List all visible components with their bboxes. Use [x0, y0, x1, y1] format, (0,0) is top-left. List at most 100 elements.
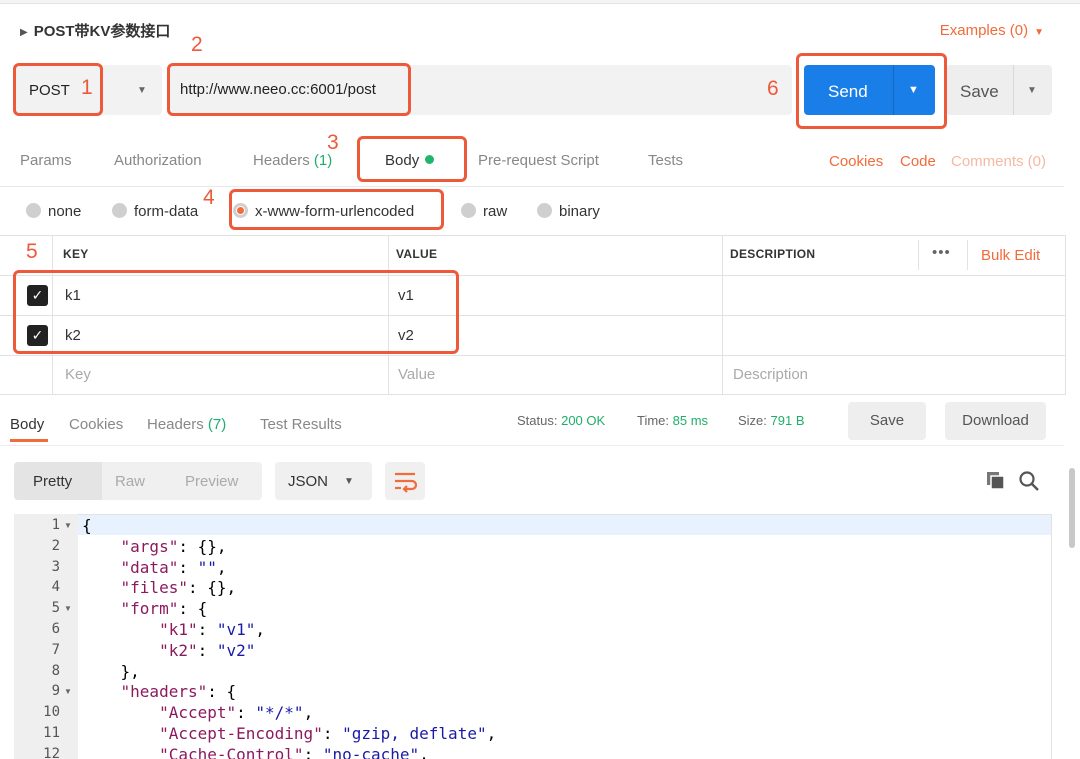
code-link[interactable]: Code	[900, 153, 936, 170]
time-label: Time:	[637, 413, 670, 428]
radio-binary-label: binary	[559, 203, 600, 220]
view-preview-button[interactable]: Preview	[185, 473, 238, 490]
bulk-edit-link[interactable]: Bulk Edit	[981, 247, 1040, 264]
line-number: 9	[51, 683, 60, 700]
response-tab-body[interactable]: Body	[10, 416, 44, 433]
chevron-down-icon: ▼	[344, 476, 354, 487]
kv-header-value: VALUE	[396, 247, 438, 261]
active-dot-icon	[425, 155, 435, 164]
save-options-chevron-icon[interactable]: ▼	[1027, 85, 1037, 96]
send-divider	[893, 65, 894, 115]
comments-link[interactable]: Comments (0)	[951, 153, 1046, 170]
new-value-input[interactable]: Value	[398, 366, 435, 383]
radio-icon	[26, 203, 41, 218]
request-title[interactable]: ▶ POST带KV参数接口	[20, 20, 170, 41]
examples-dropdown[interactable]: Examples (0) ▼	[940, 22, 1044, 39]
line-number: 7	[51, 641, 60, 658]
response-headers-count: (7)	[207, 416, 227, 433]
code-line: "k1": "v1",	[159, 620, 266, 639]
radio-none[interactable]: none	[26, 201, 81, 220]
tab-tests[interactable]: Tests	[648, 152, 683, 169]
code-line: "Cache-Control": "no-cache",	[159, 744, 429, 759]
code-line: },	[82, 661, 140, 681]
kv-key-cell[interactable]: k2	[65, 327, 81, 344]
format-label: JSON	[288, 473, 329, 490]
download-button[interactable]: Download	[945, 402, 1046, 440]
kv-table-header-border	[0, 275, 1066, 276]
code-line: "files": {},	[120, 578, 237, 598]
tab-params[interactable]: Params	[20, 152, 72, 169]
annotation-number-3: 3	[327, 131, 339, 154]
tab-headers[interactable]: Headers (1)	[253, 152, 332, 169]
save-response-button[interactable]: Save	[848, 402, 926, 440]
chevron-down-icon[interactable]: ▼	[137, 85, 147, 96]
code-line: "headers": {	[120, 682, 237, 702]
line-number: 5	[51, 600, 60, 617]
kv-value-cell[interactable]: v1	[398, 287, 414, 304]
fold-chevron-icon[interactable]: ▼	[64, 604, 72, 613]
line-number: 2	[51, 537, 60, 554]
view-raw-button[interactable]: Raw	[115, 473, 145, 490]
response-tab-headers[interactable]: Headers (7)	[147, 416, 226, 433]
send-options-chevron-icon[interactable]: ▼	[908, 84, 919, 96]
fold-chevron-icon[interactable]: ▼	[64, 687, 72, 696]
wrap-lines-button[interactable]	[385, 462, 425, 500]
radio-binary[interactable]: binary	[537, 201, 600, 220]
response-tab-cookies[interactable]: Cookies	[69, 416, 123, 433]
code-line: "Accept-Encoding": "gzip, deflate",	[159, 724, 497, 743]
fold-chevron-icon[interactable]: ▼	[64, 521, 72, 530]
line-number: 10	[43, 704, 60, 721]
size-label: Size:	[738, 413, 767, 428]
kv-col-divider	[388, 235, 389, 395]
radio-raw[interactable]: raw	[461, 201, 507, 220]
new-description-input[interactable]: Description	[733, 366, 808, 383]
code-line: "args": {},	[120, 536, 227, 556]
tab-pre-request-script[interactable]: Pre-request Script	[478, 152, 599, 169]
radio-form-data-label: form-data	[134, 203, 199, 220]
new-key-input[interactable]: Key	[65, 366, 91, 383]
radio-x-www-form-urlencoded[interactable]: x-www-form-urlencoded	[233, 201, 414, 220]
annotation-number-1: 1	[81, 76, 93, 99]
kv-table-bottom-border	[0, 394, 1066, 395]
row-checkbox-k1[interactable]: ✓	[27, 285, 48, 306]
kv-key-cell[interactable]: k1	[65, 287, 81, 304]
line-number: 12	[43, 745, 60, 759]
radio-icon	[537, 203, 552, 218]
copy-icon[interactable]	[986, 471, 1006, 491]
caret-right-icon[interactable]: ▶	[20, 27, 28, 38]
tabs-divider	[0, 186, 1064, 187]
radio-form-data[interactable]: form-data	[112, 201, 198, 220]
kv-header-key: KEY	[63, 247, 89, 261]
tab-authorization[interactable]: Authorization	[114, 152, 202, 169]
url-value[interactable]: http://www.neeo.cc:6001/post	[180, 81, 376, 98]
kv-table-row-border	[0, 355, 1066, 356]
annotation-number-6: 6	[767, 77, 779, 100]
cookies-link[interactable]: Cookies	[829, 153, 883, 170]
kv-header-divider	[918, 240, 919, 270]
search-icon[interactable]	[1018, 470, 1040, 492]
kv-col-divider	[1065, 235, 1066, 395]
line-number: 1	[51, 517, 60, 533]
kv-header-description: DESCRIPTION	[730, 247, 816, 261]
code-line: "Accept": "*/*",	[159, 703, 314, 723]
tab-headers-label: Headers	[253, 152, 310, 169]
response-tab-test-results[interactable]: Test Results	[260, 416, 342, 433]
view-pretty-button[interactable]: Pretty	[33, 473, 72, 490]
annotation-number-2: 2	[191, 33, 203, 56]
page-scrollbar[interactable]	[1069, 468, 1075, 548]
kv-col-divider	[722, 235, 723, 395]
tab-body[interactable]: Body	[385, 152, 435, 169]
code-line: "data": "",	[120, 557, 227, 577]
kv-more-icon[interactable]: •••	[932, 244, 951, 261]
row-checkbox-k2[interactable]: ✓	[27, 325, 48, 346]
kv-table-row-border	[0, 315, 1066, 316]
radio-icon	[112, 203, 127, 218]
tab-body-label: Body	[385, 152, 420, 169]
wrap-icon	[395, 472, 418, 493]
radio-selected-icon	[233, 203, 248, 218]
status-label: Status:	[517, 413, 558, 428]
kv-header-divider	[967, 240, 968, 270]
response-tab-headers-label: Headers	[147, 416, 204, 433]
kv-value-cell[interactable]: v2	[398, 327, 414, 344]
response-size: Size: 791 B	[738, 413, 805, 428]
